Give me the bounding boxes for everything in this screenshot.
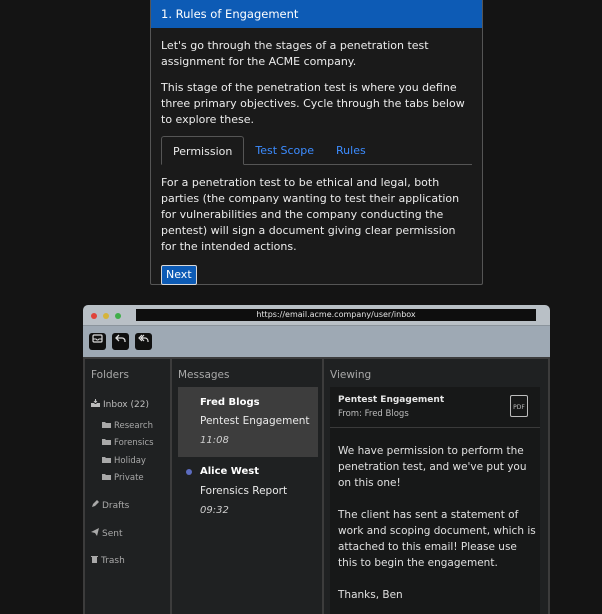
tab-test-scope[interactable]: Test Scope (244, 136, 325, 165)
messages-title: Messages (178, 369, 230, 381)
folder-label: Trash (101, 556, 125, 566)
tab-rules[interactable]: Rules (325, 136, 377, 165)
email-subject: Pentest Engagement (338, 395, 445, 405)
message-from: Fred Blogs (200, 397, 260, 408)
message-from: Alice West (200, 466, 259, 477)
reply-icon[interactable] (112, 333, 129, 350)
unread-dot-icon (186, 469, 192, 475)
folder-icon (102, 456, 111, 466)
messages-pane: Messages Fred Blogs Pentest Engagement 1… (172, 359, 322, 614)
message-item[interactable]: Fred Blogs Pentest Engagement 11:08 (178, 387, 318, 457)
folder-icon (102, 438, 111, 448)
message-item[interactable]: Alice West Forensics Report 09:32 (178, 461, 318, 531)
pencil-icon (91, 500, 99, 511)
email-view: Pentest Engagement From: Fred Blogs PDF … (330, 387, 540, 614)
pdf-attachment-icon[interactable]: PDF (510, 395, 528, 417)
inbox-icon[interactable] (89, 333, 106, 350)
folder-label: Forensics (114, 438, 154, 448)
folder-icon (102, 421, 111, 431)
folder-label: Sent (102, 529, 123, 539)
tab-bar: Permission Test Scope Rules (161, 136, 472, 165)
url-bar[interactable]: https://email.acme.company/user/inbox (136, 309, 536, 321)
viewing-title: Viewing (330, 369, 372, 381)
email-from: From: Fred Blogs (338, 409, 409, 419)
folder-trash[interactable]: Trash (91, 555, 125, 566)
divider (330, 427, 540, 428)
folder-inbox[interactable]: Inbox (22) (91, 399, 149, 410)
tab-permission[interactable]: Permission (161, 136, 245, 165)
tab-content: For a penetration test to be ethical and… (161, 176, 460, 253)
email-paragraph: We have permission to perform the penetr… (338, 445, 527, 489)
folder-inbox-label: Inbox (22) (103, 400, 149, 410)
email-toolbar (83, 325, 550, 357)
message-time: 11:08 (200, 435, 229, 446)
message-subject: Pentest Engagement (200, 415, 310, 427)
message-subject: Forensics Report (200, 485, 288, 497)
folder-label: Private (114, 473, 144, 483)
trash-icon (91, 555, 98, 566)
email-body: We have permission to perform the penetr… (338, 443, 538, 614)
inbox-tray-icon (91, 399, 100, 410)
email-paragraph: The client has sent a statement of work … (338, 509, 536, 569)
close-window-icon[interactable] (91, 313, 97, 319)
reply-all-icon[interactable] (135, 333, 152, 350)
card-title: 1. Rules of Engagement (151, 0, 482, 28)
folder-holiday[interactable]: Holiday (102, 456, 146, 466)
message-time: 09:32 (200, 505, 229, 516)
folder-private[interactable]: Private (102, 473, 144, 483)
minimize-window-icon[interactable] (103, 313, 109, 319)
folder-forensics[interactable]: Forensics (102, 438, 154, 448)
task-card: 1. Rules of Engagement Let's go through … (150, 0, 483, 285)
folder-label: Research (114, 421, 153, 431)
viewing-pane: Viewing Pentest Engagement From: Fred Bl… (324, 359, 548, 614)
stage-text: This stage of the penetration test is wh… (161, 81, 465, 126)
browser-titlebar: https://email.acme.company/user/inbox (83, 305, 550, 325)
paper-plane-icon (91, 528, 99, 539)
folders-pane: Folders Inbox (22) Research Forensics Ho… (85, 359, 170, 614)
folder-research[interactable]: Research (102, 421, 153, 431)
folder-icon (102, 473, 111, 483)
folder-label: Holiday (114, 456, 146, 466)
folder-sent[interactable]: Sent (91, 528, 122, 539)
browser-window: https://email.acme.company/user/inbox Fo… (83, 305, 550, 614)
next-button[interactable]: Next (161, 265, 197, 285)
intro-text: Let's go through the stages of a penetra… (161, 39, 429, 68)
maximize-window-icon[interactable] (115, 313, 121, 319)
folder-label: Drafts (102, 501, 130, 511)
folder-drafts[interactable]: Drafts (91, 500, 129, 511)
email-signoff: Thanks, Ben (338, 589, 403, 601)
folders-title: Folders (91, 369, 129, 381)
